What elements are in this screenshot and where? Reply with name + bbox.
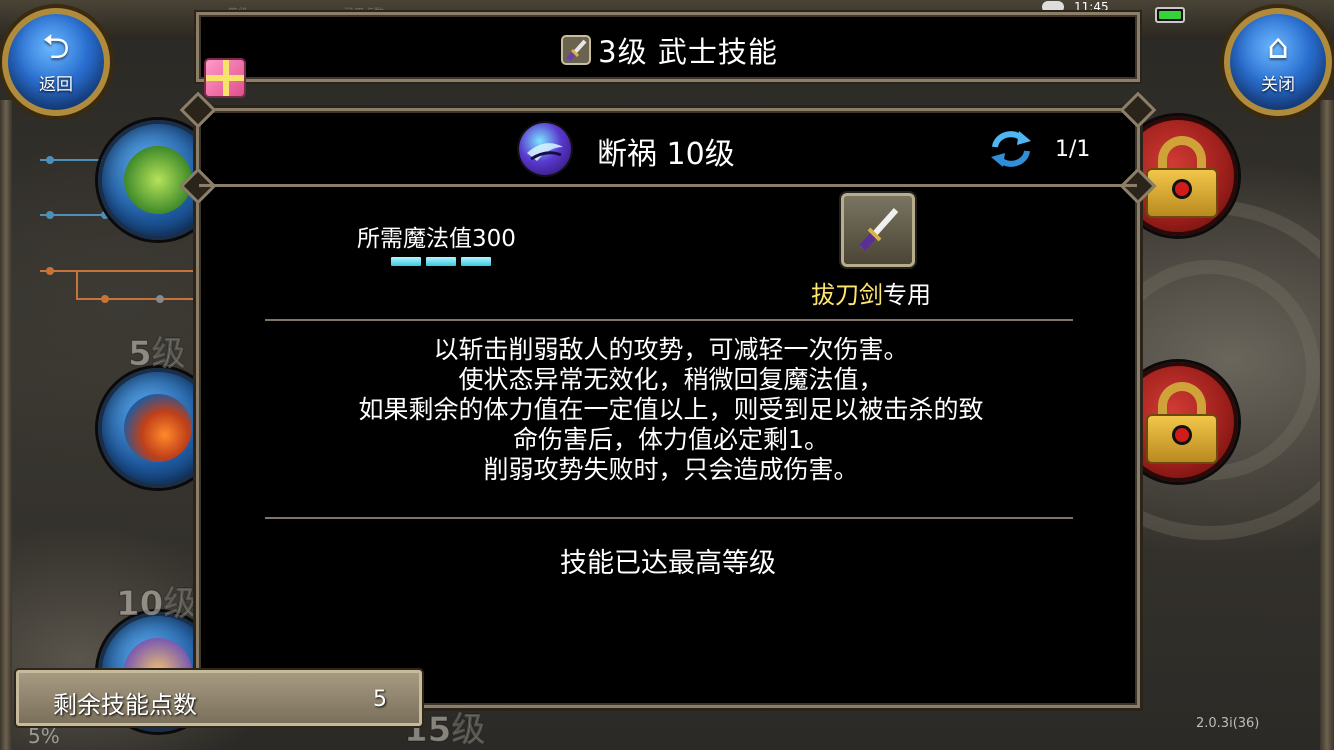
- description-line: 命伤害后，体力值必定剩1。: [513, 425, 829, 454]
- title-panel: 3级 武士技能: [196, 12, 1140, 82]
- mp-bar-segment: [426, 257, 456, 266]
- katana-weapon-icon: [841, 193, 915, 267]
- description-line: 削弱攻势失败时，只会造成伤害。: [483, 455, 859, 484]
- skill-icon: [519, 123, 571, 175]
- gift-icon[interactable]: [204, 58, 246, 98]
- skill-tree-node: [156, 295, 164, 303]
- level-label-10: 10级: [115, 584, 198, 625]
- battery-icon: [1155, 7, 1185, 23]
- cycle-icon[interactable]: [989, 129, 1033, 169]
- skill-tree-node: [101, 295, 109, 303]
- sword-icon: [558, 32, 594, 68]
- level-label-5: 5级: [128, 334, 187, 375]
- weapon-type: 拔刀剑: [811, 281, 883, 309]
- page-counter: 1/1: [1055, 137, 1091, 162]
- divider: [265, 319, 1073, 321]
- skill-points-value: 5: [373, 687, 387, 712]
- description-line: 如果剩余的体力值在一定值以上，则受到足以被击杀的致: [358, 395, 984, 424]
- skill-points-panel: 剩余技能点数 5: [16, 670, 422, 726]
- weapon-restriction: 拔刀剑专用: [811, 275, 931, 310]
- skill-detail-dialog: 断祸 10级 1/1 所需魔法值300 拔刀剑专用 以斩击削弱敌人的攻势，可减轻…: [179, 91, 1157, 708]
- mp-bar-segment: [461, 257, 491, 266]
- back-button[interactable]: ⮌ 返回: [2, 8, 110, 116]
- skill-points-label: 剩余技能点数: [53, 691, 197, 719]
- page-title: 3级 武士技能: [598, 35, 778, 69]
- description-line: 以斩击削弱敌人的攻势，可减轻一次伤害。: [433, 335, 909, 364]
- close-button[interactable]: ⌂ 关闭: [1224, 8, 1332, 116]
- home-icon: ⌂: [1267, 26, 1289, 67]
- skill-tree-node: [46, 156, 54, 164]
- back-arrow-icon: ⮌: [42, 26, 70, 67]
- skill-tree-line: [40, 270, 200, 272]
- frame-border-left: [0, 100, 12, 750]
- close-button-label: 关闭: [1261, 74, 1295, 95]
- back-button-label: 返回: [39, 74, 73, 95]
- mp-bar-segment: [391, 257, 421, 266]
- skill-tree-node: [46, 267, 54, 275]
- skill-name: 断祸 10级: [597, 137, 735, 172]
- mp-bar-gauge: [391, 257, 491, 266]
- skill-tree-node: [46, 211, 54, 219]
- weapon-suffix: 专用: [883, 281, 931, 309]
- divider: [265, 517, 1073, 519]
- mp-requirement: 所需魔法值300: [357, 226, 516, 252]
- dialog-header: 断祸 10级 1/1: [199, 111, 1137, 187]
- background-percent: 5%: [28, 724, 60, 748]
- description-line: 使状态异常无效化，稍微回复魔法值，: [458, 365, 884, 394]
- skill-tree-line: [76, 298, 196, 300]
- frame-border-right: [1320, 100, 1334, 750]
- max-level-notice: 技能已达最高等级: [560, 548, 776, 579]
- skill-tree-line: [76, 270, 78, 300]
- version-label: 2.0.3i(36): [1196, 716, 1260, 731]
- skill-description: 以斩击削弱敌人的攻势，可减轻一次伤害。 使状态异常无效化，稍微回复魔法值， 如果…: [239, 335, 1103, 485]
